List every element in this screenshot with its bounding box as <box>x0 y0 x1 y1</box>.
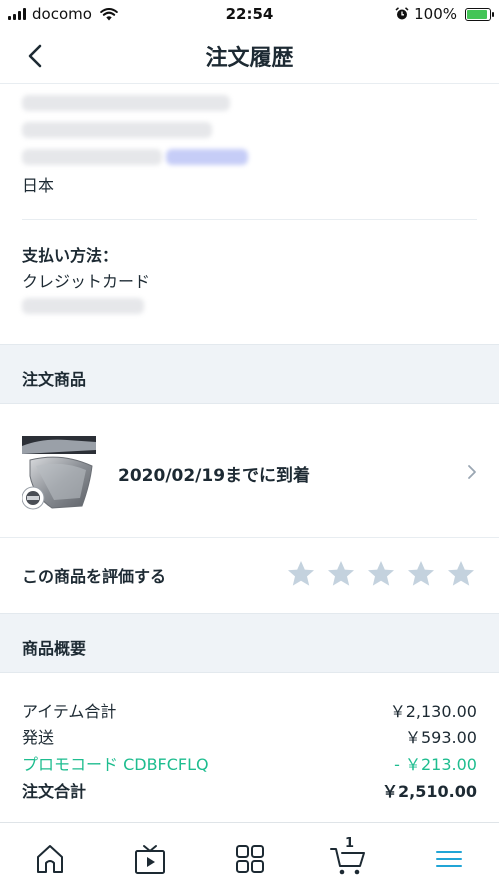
summary-value: ￥2,510.00 <box>382 782 477 801</box>
menu-icon[interactable] <box>431 841 467 877</box>
rating-label: この商品を評価する <box>22 567 167 586</box>
order-items-header: 注文商品 <box>0 344 499 404</box>
summary-row-promo: プロモコード CDBFCFLQ - ￥213.00 <box>22 751 477 775</box>
video-icon[interactable] <box>132 841 168 877</box>
redacted-card-number <box>22 298 144 314</box>
status-bar: docomo 22:54 100% <box>0 0 499 28</box>
summary-row-shipping: 発送 ￥593.00 <box>22 724 477 748</box>
order-summary-header: 商品概要 <box>0 613 499 673</box>
divider <box>22 219 477 220</box>
star-icon[interactable] <box>286 559 316 589</box>
order-item-row[interactable]: 2020/02/19までに到着 <box>0 404 499 538</box>
summary-label: 発送 <box>22 728 55 747</box>
summary-value: - ￥213.00 <box>394 755 477 774</box>
cart-count-badge: 1 <box>345 836 355 851</box>
star-icon[interactable] <box>366 559 396 589</box>
nav-bar: 注文履歴 <box>0 28 499 84</box>
battery-icon <box>465 7 494 21</box>
star-icon[interactable] <box>446 559 476 589</box>
summary-value: ￥593.00 <box>405 728 477 747</box>
chevron-right-icon <box>468 465 476 479</box>
star-icon[interactable] <box>326 559 356 589</box>
status-right: 100% <box>395 5 494 23</box>
summary-row-order-total: 注文合計 ￥2,510.00 <box>22 778 477 802</box>
payment-method-value: クレジットカード <box>22 272 151 291</box>
categories-icon[interactable] <box>232 841 268 877</box>
product-thumbnail <box>22 436 96 510</box>
delivery-date: 2020/02/19までに到着 <box>118 466 311 486</box>
star-icon[interactable] <box>406 559 436 589</box>
star-rating <box>286 559 476 589</box>
summary-value: ￥2,130.00 <box>389 702 477 721</box>
redacted-address-link <box>166 149 248 165</box>
summary-row-items-total: アイテム合計 ￥2,130.00 <box>22 698 477 722</box>
summary-label: アイテム合計 <box>22 702 117 721</box>
summary-label: プロモコード CDBFCFLQ <box>22 755 209 774</box>
address-country: 日本 <box>22 176 55 195</box>
order-summary-title: 商品概要 <box>22 639 87 658</box>
order-items-title: 注文商品 <box>22 370 87 389</box>
redacted-address-line <box>22 122 212 138</box>
alarm-icon <box>395 7 409 20</box>
summary-label: 注文合計 <box>22 782 87 801</box>
tab-bar: 1 <box>0 822 499 888</box>
payment-method-label: 支払い方法： <box>22 246 119 265</box>
page-title: 注文履歴 <box>205 46 294 71</box>
home-icon[interactable] <box>32 841 68 877</box>
redacted-address-line <box>22 149 162 165</box>
redacted-address-line <box>22 95 230 111</box>
battery-percent: 100% <box>414 5 457 23</box>
rating-row: この商品を評価する <box>0 538 499 612</box>
